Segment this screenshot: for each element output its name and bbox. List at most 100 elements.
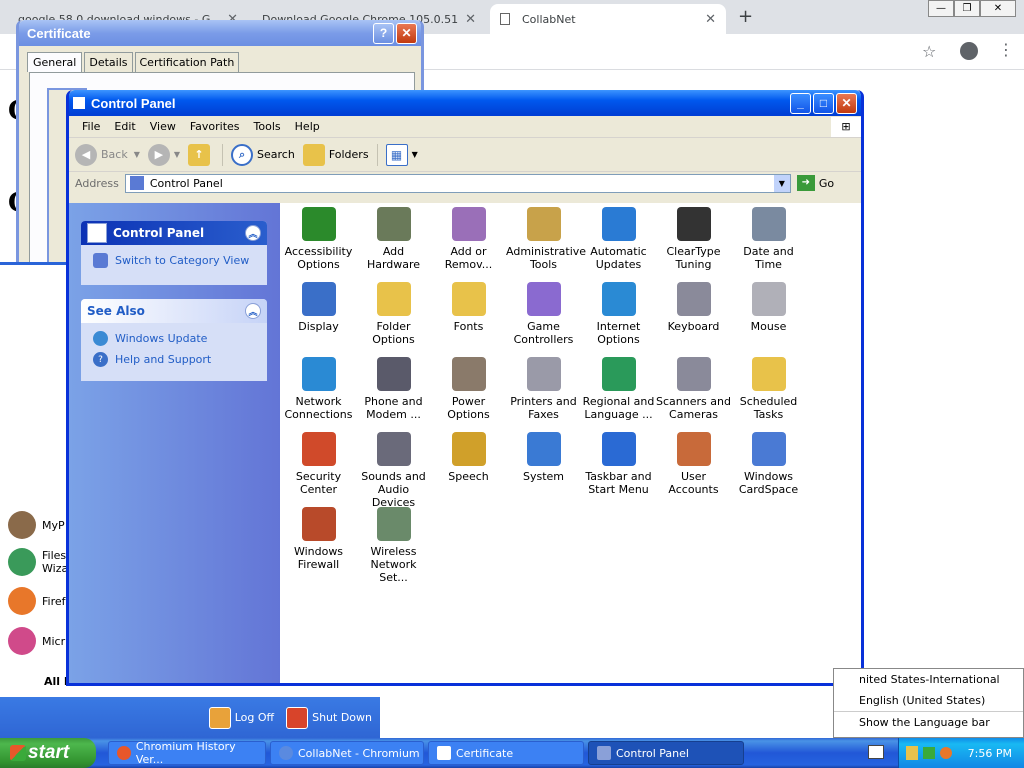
kebab-menu-icon[interactable]: ⋮: [998, 40, 1014, 59]
collapse-icon[interactable]: ︽: [245, 303, 261, 319]
control-panel-item[interactable]: Folder Options: [356, 282, 431, 346]
control-panel-item[interactable]: Windows CardSpace: [731, 432, 806, 496]
shut-down-button[interactable]: Shut Down: [312, 711, 372, 724]
menu-favorites[interactable]: Favorites: [183, 120, 247, 133]
control-panel-titlebar[interactable]: Control Panel _ □ ✕: [69, 90, 861, 116]
close-button[interactable]: ✕: [836, 92, 857, 114]
control-panel-item[interactable]: Display: [281, 282, 356, 333]
control-panel-item[interactable]: Automatic Updates: [581, 207, 656, 271]
control-panel-small-icon: [129, 176, 144, 190]
control-panel-item[interactable]: Taskbar and Start Menu: [581, 432, 656, 496]
log-off-button[interactable]: Log Off: [235, 711, 274, 724]
control-panel-item[interactable]: Add Hardware: [356, 207, 431, 271]
network-icon[interactable]: [922, 747, 935, 759]
close-icon[interactable]: ✕: [705, 12, 716, 27]
control-panel-item[interactable]: Date and Time: [731, 207, 806, 271]
start-menu-item[interactable]: Files Wiza: [8, 548, 68, 576]
control-panel-item[interactable]: Scanners and Cameras: [656, 357, 731, 421]
taskbar-button-active[interactable]: Control Panel: [588, 741, 744, 765]
control-panel-item[interactable]: Add or Remov...: [431, 207, 506, 271]
forward-button[interactable]: ▶ ▼: [147, 143, 180, 166]
control-panel-item[interactable]: Speech: [431, 432, 506, 483]
standard-toolbar: ◀ Back ▼ ▶ ▼ ↑ ⌕ Search Folders ▦ ▼: [69, 138, 861, 172]
help-button[interactable]: ?: [373, 22, 394, 44]
control-panel-item[interactable]: Regional and Language ...: [581, 357, 656, 421]
control-panel-item[interactable]: Phone and Modem ...: [356, 357, 431, 421]
taskbar-button[interactable]: Chromium History Ver...: [108, 740, 266, 766]
certificate-titlebar[interactable]: Certificate ? ✕: [19, 20, 421, 46]
start-menu-item[interactable]: Firef: [8, 587, 66, 615]
restore-button[interactable]: ❐: [954, 0, 980, 17]
show-language-bar-item[interactable]: Show the Language bar: [834, 712, 1023, 733]
minimize-button[interactable]: _: [790, 92, 811, 114]
help-support-link[interactable]: ? Help and Support: [81, 349, 267, 370]
switch-category-view-link[interactable]: Switch to Category View: [81, 250, 267, 271]
control-panel-item[interactable]: Keyboard: [656, 282, 731, 333]
language-menu: nited States-International English (Unit…: [833, 668, 1024, 738]
search-icon[interactable]: [939, 747, 952, 759]
control-panel-item[interactable]: ClearType Tuning: [656, 207, 731, 271]
close-icon[interactable]: ✕: [465, 12, 476, 27]
tab-general[interactable]: General: [27, 52, 83, 72]
back-button[interactable]: ◀ Back ▼: [75, 143, 140, 166]
control-panel-item[interactable]: Printers and Faxes: [506, 357, 581, 421]
close-button[interactable]: ✕: [396, 22, 417, 44]
menu-edit[interactable]: Edit: [107, 120, 142, 133]
go-button[interactable]: ➜ Go: [796, 175, 834, 191]
start-menu-item[interactable]: MyP: [8, 511, 65, 539]
control-panel-item[interactable]: Scheduled Tasks: [731, 357, 806, 421]
control-panel-item[interactable]: Power Options: [431, 357, 506, 421]
item-label-line1: System: [522, 470, 565, 483]
address-dropdown-icon[interactable]: ▼: [773, 174, 790, 192]
up-folder-button[interactable]: ↑: [188, 143, 214, 166]
menu-view[interactable]: View: [143, 120, 183, 133]
address-field[interactable]: Control Panel ▼: [124, 173, 791, 193]
control-panel-item[interactable]: Accessibility Options: [281, 207, 356, 271]
minimize-button[interactable]: —: [928, 0, 954, 17]
security-shield-icon[interactable]: [905, 746, 918, 760]
scheduled-tasks-icon: [751, 357, 786, 391]
label-line: Wiza: [42, 562, 69, 575]
start-button[interactable]: start: [0, 738, 96, 768]
control-panel-item[interactable]: Internet Options: [581, 282, 656, 346]
profile-icon[interactable]: [960, 42, 978, 60]
language-option[interactable]: nited States-International: [834, 669, 1023, 690]
menu-help[interactable]: Help: [288, 120, 327, 133]
control-panel-item[interactable]: User Accounts: [656, 432, 731, 496]
dropdown-icon: ▼: [411, 150, 418, 159]
control-panel-item[interactable]: Sounds and Audio Devices: [356, 432, 431, 509]
language-option-checked[interactable]: English (United States): [834, 690, 1023, 712]
keyboard-icon[interactable]: [868, 745, 884, 759]
close-window-button[interactable]: ✕: [980, 0, 1016, 17]
control-panel-icon-view: Accessibility Options Add Hardware Add or Re…: [280, 203, 861, 683]
taskbar-button[interactable]: CollabNet - Chromium: [270, 741, 424, 765]
browser-tab-active[interactable]: CollabNet ✕: [490, 4, 726, 34]
windows-update-link[interactable]: Windows Update: [81, 328, 267, 349]
control-panel-item[interactable]: System: [506, 432, 581, 483]
control-panel-item[interactable]: Game Controllers: [506, 282, 581, 346]
collapse-icon[interactable]: ︽: [245, 225, 261, 241]
control-panel-box-header[interactable]: Control Panel ︽: [81, 221, 267, 245]
start-menu-item[interactable]: Micr: [8, 627, 65, 655]
start-label: start: [28, 742, 70, 763]
control-panel-item[interactable]: Windows Firewall: [281, 507, 356, 571]
display-icon: [301, 282, 336, 316]
menu-tools[interactable]: Tools: [247, 120, 288, 133]
search-button[interactable]: ⌕ Search: [222, 143, 295, 166]
control-panel-item[interactable]: Administrative Tools: [506, 207, 586, 271]
tab-certification-path[interactable]: Certification Path: [134, 52, 240, 72]
folders-button[interactable]: Folders: [302, 143, 369, 166]
tab-details[interactable]: Details: [84, 52, 133, 72]
views-button[interactable]: ▦ ▼: [376, 143, 418, 166]
maximize-button[interactable]: □: [813, 92, 834, 114]
star-icon[interactable]: ☆: [922, 42, 936, 61]
taskbar-button[interactable]: Certificate: [428, 741, 584, 765]
control-panel-item[interactable]: Wireless Network Set...: [356, 507, 431, 584]
control-panel-item[interactable]: Security Center: [281, 432, 356, 496]
new-tab-button[interactable]: +: [738, 6, 753, 27]
menu-file[interactable]: File: [75, 120, 107, 133]
see-also-header[interactable]: See Also ︽: [81, 299, 267, 323]
control-panel-item[interactable]: Mouse: [731, 282, 806, 333]
control-panel-item[interactable]: Network Connections: [281, 357, 356, 421]
control-panel-item[interactable]: Fonts: [431, 282, 506, 333]
